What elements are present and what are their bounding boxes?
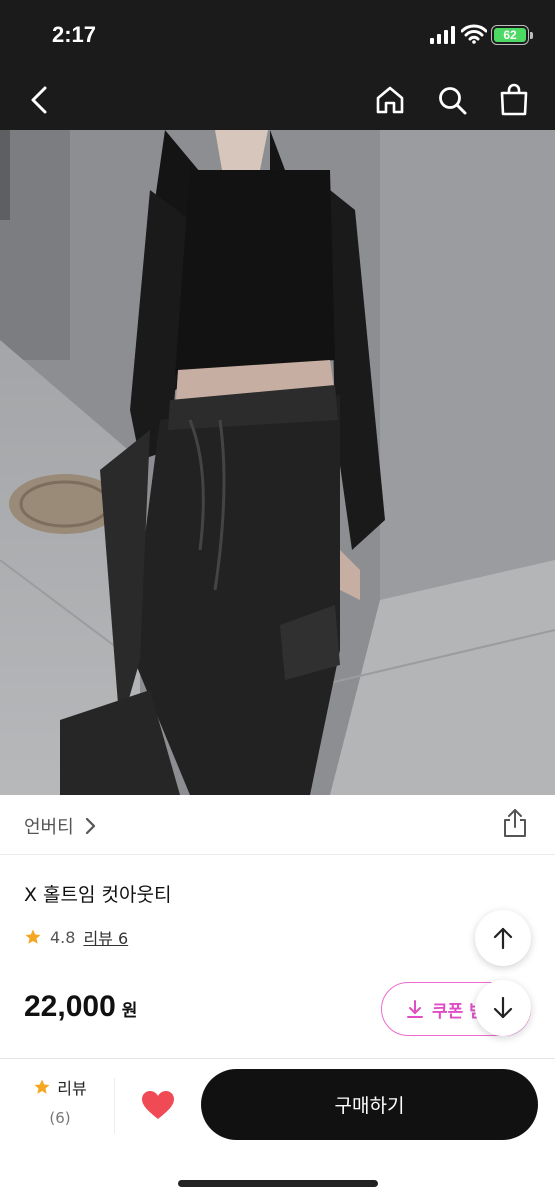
product-image[interactable] — [0, 130, 555, 795]
price-amount: 22,000 — [24, 990, 116, 1023]
search-icon — [439, 87, 467, 115]
bottom-review-button[interactable]: 리뷰 (6) — [20, 1075, 100, 1135]
rating-row: 4.8 리뷰 6 — [24, 925, 128, 949]
arrow-up-icon — [493, 927, 513, 950]
share-icon — [504, 809, 526, 837]
download-icon — [407, 1000, 423, 1018]
scroll-up-button[interactable] — [475, 910, 531, 966]
brand-link[interactable]: 언버티 — [24, 813, 96, 839]
buy-button[interactable]: 구매하기 — [201, 1069, 538, 1140]
back-icon — [31, 86, 47, 114]
star-icon — [34, 1079, 50, 1094]
battery-indicator: 62 — [491, 25, 533, 45]
rating-value: 4.8 — [50, 927, 76, 947]
bottom-review-label: 리뷰 — [57, 1079, 87, 1098]
cart-button[interactable] — [494, 80, 534, 120]
brand-row: 언버티 — [0, 795, 555, 855]
shopping-bag-icon — [500, 83, 528, 116]
battery-level: 62 — [494, 28, 526, 42]
product-title: X 홀트임 컷아웃티 — [24, 884, 172, 906]
home-indicator — [178, 1180, 378, 1187]
star-icon — [25, 929, 41, 944]
scroll-down-button[interactable] — [475, 980, 531, 1036]
product-photo-illustration — [0, 130, 555, 795]
bottom-review-count: (6) — [49, 1109, 71, 1127]
bottom-separator — [114, 1078, 115, 1134]
search-button[interactable] — [432, 80, 472, 120]
share-button[interactable] — [499, 807, 531, 839]
top-nav-bar — [0, 70, 555, 130]
signal-icon — [430, 26, 455, 44]
wifi-icon — [461, 24, 487, 44]
divider — [0, 1058, 555, 1059]
review-link[interactable]: 리뷰 6 — [83, 925, 128, 949]
brand-name: 언버티 — [24, 817, 74, 838]
status-time: 2:17 — [52, 22, 97, 47]
home-icon — [376, 86, 404, 114]
heart-icon — [142, 1091, 174, 1119]
like-button[interactable] — [136, 1083, 180, 1127]
arrow-down-icon — [493, 996, 513, 1019]
chevron-right-icon — [85, 817, 95, 835]
status-bar: 2:17 62 — [0, 0, 555, 70]
price-currency: 원 — [121, 1001, 138, 1021]
back-button[interactable] — [20, 80, 60, 120]
home-button[interactable] — [370, 80, 410, 120]
price: 22,000 원 — [24, 990, 137, 1024]
